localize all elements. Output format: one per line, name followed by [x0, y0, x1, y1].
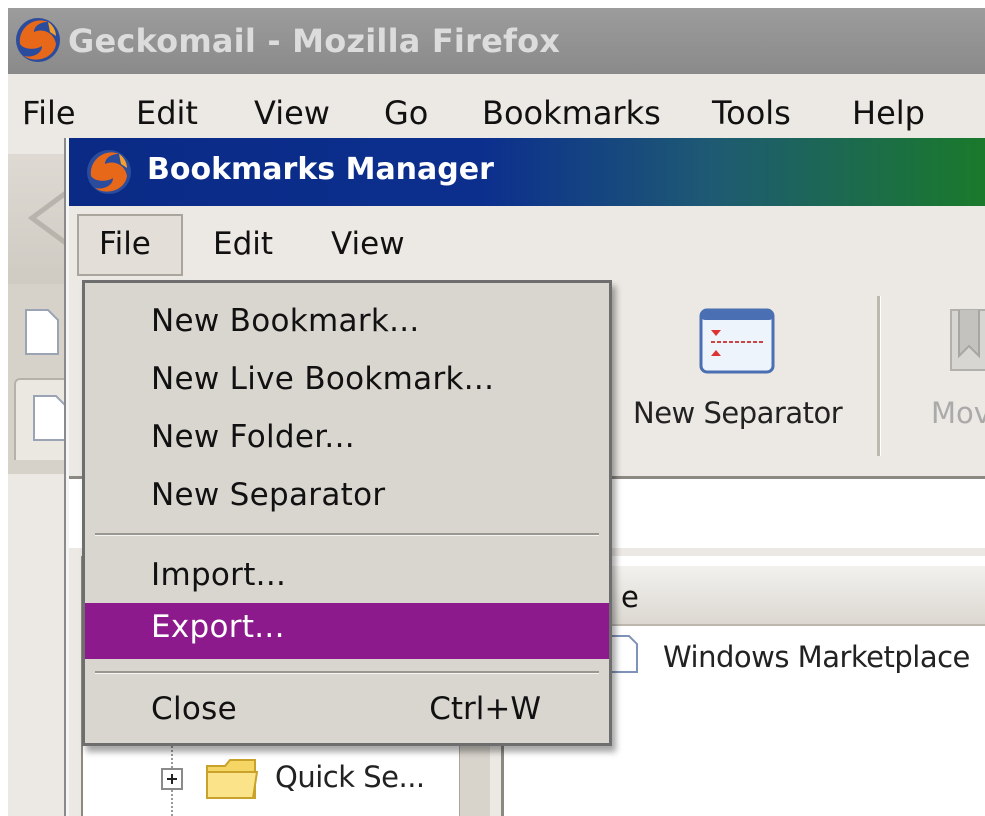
page-icon	[25, 309, 59, 355]
ff-menu-help-label: Help	[852, 94, 925, 132]
bookmark-list-item[interactable]: Windows Marketplace	[663, 640, 970, 674]
ff-menu-tools-label: Tools	[712, 94, 791, 132]
bookmark-page-icon	[610, 635, 638, 673]
move-button-label[interactable]: Mov	[931, 396, 985, 430]
ff-menu-file[interactable]: File	[22, 94, 76, 132]
ff-menu-view-label: View	[254, 94, 330, 132]
file-dropdown-menu: New Bookmark... New Live Bookmark... New…	[82, 280, 612, 746]
ff-menu-edit-label: Edit	[136, 94, 198, 132]
toolbar-divider	[877, 296, 881, 456]
expand-plus-icon[interactable]	[161, 768, 183, 790]
menu-item-new-separator[interactable]: New Separator	[85, 471, 609, 527]
list-column-header-label: e	[621, 580, 639, 614]
menu-item-label: New Live Bookmark...	[151, 361, 495, 397]
menu-item-shortcut: Ctrl+W	[429, 691, 541, 727]
menu-item-new-folder[interactable]: New Folder...	[85, 413, 609, 469]
menu-item-close[interactable]: Close Ctrl+W	[85, 685, 609, 741]
firefox-window-title: Geckomail - Mozilla Firefox	[68, 22, 561, 60]
menu-item-label: Import...	[151, 557, 287, 593]
bm-menu-file-label: File	[99, 226, 151, 262]
ff-menu-bookmarks-label: Bookmarks	[482, 94, 661, 132]
tree-folder-item[interactable]: Quick Se...	[275, 760, 425, 794]
new-separator-button-label[interactable]: New Separator	[633, 396, 843, 430]
menu-item-export[interactable]: Export...	[85, 603, 609, 659]
ff-menu-tools[interactable]: Tools	[712, 94, 791, 132]
ff-menu-help[interactable]: Help	[852, 94, 925, 132]
menu-item-label: New Folder...	[151, 419, 355, 455]
firefox-logo-icon	[87, 150, 131, 194]
bm-menu-file[interactable]: File	[99, 226, 151, 262]
ff-menu-view[interactable]: View	[254, 94, 330, 132]
bookmarks-manager-menubar: File Edit View	[69, 206, 985, 283]
menu-item-new-live-bookmark[interactable]: New Live Bookmark...	[85, 355, 609, 411]
menu-item-label: New Separator	[151, 477, 386, 513]
ff-menu-go[interactable]: Go	[384, 94, 428, 132]
ff-menu-bookmarks[interactable]: Bookmarks	[482, 94, 661, 132]
firefox-titlebar: Geckomail - Mozilla Firefox	[8, 8, 985, 74]
firefox-logo-icon	[16, 18, 60, 62]
bm-menu-view[interactable]: View	[331, 226, 405, 262]
menu-item-label: New Bookmark...	[151, 303, 420, 339]
menu-item-label: Close	[151, 691, 237, 727]
bookmarks-manager-title: Bookmarks Manager	[147, 152, 494, 187]
menu-item-import[interactable]: Import...	[85, 551, 609, 607]
bm-menu-view-label: View	[331, 226, 405, 262]
ff-menu-file-label: File	[22, 94, 76, 132]
folder-icon	[206, 759, 259, 799]
ff-menu-edit[interactable]: Edit	[136, 94, 198, 132]
tab-page-icon	[33, 395, 67, 441]
menu-separator	[95, 533, 599, 536]
move-bookmark-icon[interactable]	[947, 306, 985, 378]
menu-separator	[95, 671, 599, 674]
new-separator-icon[interactable]	[699, 308, 775, 374]
bookmarks-manager-titlebar: Bookmarks Manager	[69, 138, 985, 206]
menu-item-label: Export...	[151, 609, 285, 645]
bm-menu-edit-label: Edit	[213, 226, 274, 262]
ff-menu-go-label: Go	[384, 94, 429, 132]
menu-item-new-bookmark[interactable]: New Bookmark...	[85, 297, 609, 353]
bm-menu-edit[interactable]: Edit	[213, 226, 273, 262]
